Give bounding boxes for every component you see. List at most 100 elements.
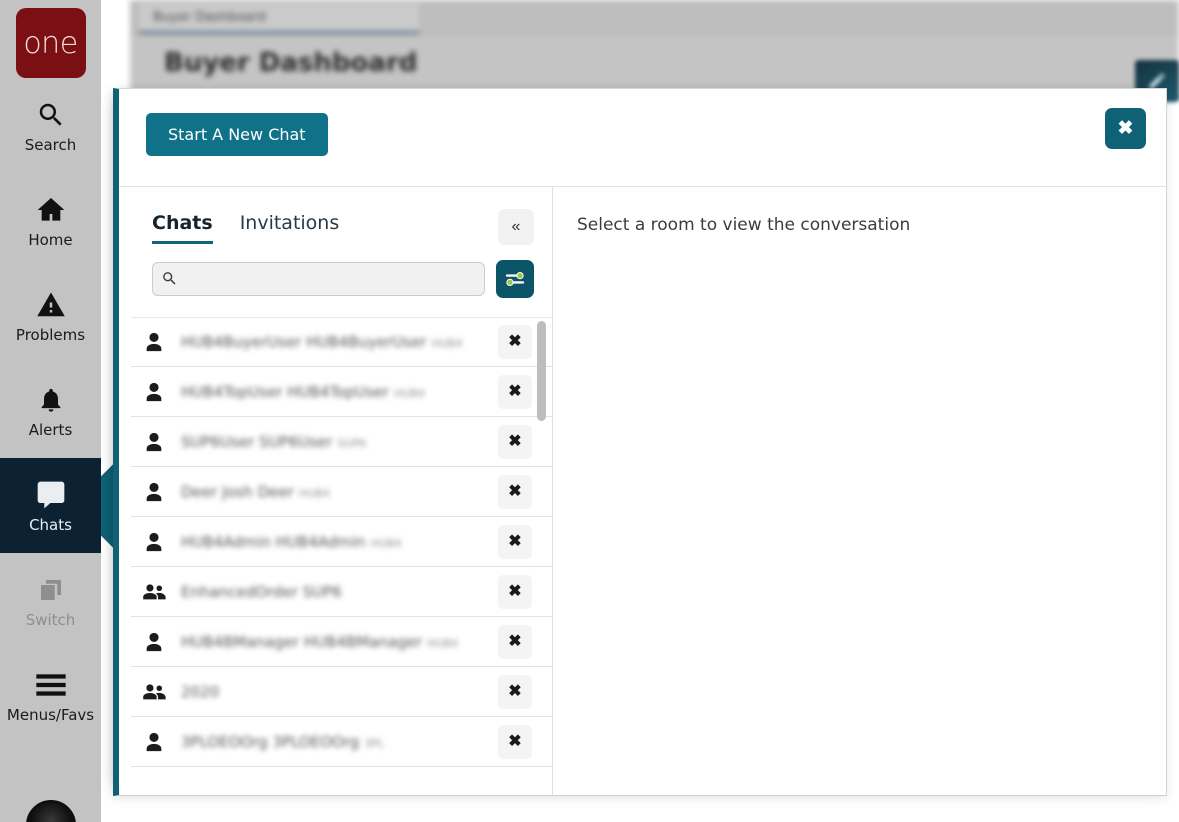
sidebar-item-search[interactable]: Search [0, 78, 101, 173]
close-icon[interactable]: ✖ [1105, 108, 1146, 149]
app-root: Buyer Dashboard Buyer Dashboard one Sear… [0, 0, 1179, 822]
chat-list[interactable]: HUB4BuyerUser HUB4BuyerUser HUB4 ✖ HUB4T… [119, 317, 552, 795]
user-icon [131, 731, 177, 753]
remove-chat-icon[interactable]: ✖ [498, 474, 532, 509]
chat-list-scrollbar[interactable] [537, 321, 546, 773]
sidebar-item-label: Search [24, 135, 77, 154]
chat-item-text: Deer Josh Deer HUB4 [177, 482, 490, 502]
chat-item-text: HUB4BuyerUser HUB4BuyerUser HUB4 [177, 332, 490, 352]
chat-item-name: 3PLOEOOrg 3PLOEOOrg [181, 732, 360, 751]
chat-item-text: HUB4TopUser HUB4TopUser HUB4 [177, 382, 490, 402]
left-sidebar: one Search Home Problems Alerts Chats Sw… [0, 0, 101, 822]
chat-item-text: HUB4Admin HUB4Admin HUB4 [177, 532, 490, 552]
user-icon [131, 381, 177, 403]
group-icon [131, 681, 177, 703]
chat-item-org: SUP6 [337, 436, 367, 450]
user-icon [131, 431, 177, 453]
background-tab-label: Buyer Dashboard [153, 9, 266, 25]
chat-tabs: Chats Invitations « [119, 187, 552, 249]
switch-icon [36, 573, 66, 607]
chat-item-text: EnhancedOrder SUP6 [177, 582, 490, 602]
chats-modal: Start A New Chat ✖ Chats Invitations « H… [113, 88, 1167, 796]
remove-chat-icon[interactable]: ✖ [498, 524, 532, 559]
chat-list-item[interactable]: SUP6User SUP6User SUP6 ✖ [131, 417, 552, 467]
sidebar-item-label: Alerts [28, 420, 73, 439]
chat-item-org: HUB4 [427, 636, 459, 650]
modal-body: Chats Invitations « HUB4BuyerUser HUB4Bu… [119, 187, 1166, 795]
remove-chat-icon[interactable]: ✖ [498, 624, 532, 659]
chat-search-row [119, 249, 552, 305]
user-icon [131, 631, 177, 653]
avatar[interactable] [26, 800, 76, 822]
home-icon [35, 193, 67, 227]
background-page-title: Buyer Dashboard [164, 48, 418, 78]
bell-icon [37, 383, 65, 417]
remove-chat-icon[interactable]: ✖ [498, 325, 532, 359]
sidebar-item-switch: Switch [0, 553, 101, 648]
chat-item-text: HUB4BManager HUB4BManager HUB4 [177, 632, 490, 652]
warning-icon [36, 288, 66, 322]
sidebar-item-label: Chats [29, 515, 72, 534]
chat-item-text: 3PLOEOOrg 3PLOEOOrg 3PL [177, 732, 490, 752]
remove-chat-icon[interactable]: ✖ [498, 424, 532, 459]
search-icon [36, 98, 66, 132]
user-icon [131, 331, 177, 353]
scrollbar-thumb[interactable] [537, 321, 546, 421]
chat-item-text: SUP6User SUP6User SUP6 [177, 432, 490, 452]
sidebar-item-menus-favs[interactable]: Menus/Favs [0, 648, 101, 743]
sidebar-item-alerts[interactable]: Alerts [0, 363, 101, 458]
user-icon [131, 531, 177, 553]
chat-item-name: HUB4Admin HUB4Admin [181, 532, 366, 551]
conversation-panel: Select a room to view the conversation [553, 187, 1166, 795]
sliders-filter-icon[interactable] [496, 260, 534, 298]
chat-item-name: 2020 [181, 682, 220, 701]
chat-list-item[interactable]: HUB4BManager HUB4BManager HUB4 ✖ [131, 617, 552, 667]
sidebar-item-label: Switch [25, 610, 76, 629]
chat-list-item[interactable]: HUB4TopUser HUB4TopUser HUB4 ✖ [131, 367, 552, 417]
chat-item-name: Deer Josh Deer [181, 482, 294, 501]
modal-header: Start A New Chat ✖ [119, 89, 1166, 187]
user-icon [131, 481, 177, 503]
tab-chats[interactable]: Chats [152, 212, 213, 244]
sidebar-item-problems[interactable]: Problems [0, 268, 101, 363]
logo-text: one [23, 25, 78, 61]
chat-item-org: HUB4 [370, 536, 402, 550]
chat-list-item[interactable]: HUB4Admin HUB4Admin HUB4 ✖ [131, 517, 552, 567]
chat-item-org: HUB4 [298, 486, 330, 500]
chat-item-text: 2020 [177, 682, 490, 702]
remove-chat-icon[interactable]: ✖ [498, 674, 532, 709]
chat-item-org: HUB4 [394, 386, 425, 400]
tab-invitations[interactable]: Invitations [240, 212, 340, 242]
group-icon [131, 581, 177, 603]
chat-item-name: SUP6User SUP6User [181, 432, 333, 451]
collapse-panel-button[interactable]: « [498, 209, 534, 245]
chat-item-org: 3PL [364, 736, 385, 750]
chat-list-item[interactable]: 2020 ✖ [131, 667, 552, 717]
one-network-logo[interactable]: one [15, 8, 86, 78]
search-input[interactable] [152, 262, 485, 296]
sidebar-item-chats[interactable]: Chats [0, 458, 101, 553]
sidebar-item-label: Home [28, 230, 73, 249]
remove-chat-icon[interactable]: ✖ [498, 374, 532, 409]
search-field-wrapper [152, 262, 485, 296]
chat-item-name: HUB4TopUser HUB4TopUser [181, 382, 389, 401]
sidebar-item-label: Problems [15, 325, 86, 344]
start-new-chat-button[interactable]: Start A New Chat [146, 113, 328, 156]
chat-list-item[interactable]: 3PLOEOOrg 3PLOEOOrg 3PL ✖ [131, 717, 552, 767]
sidebar-item-home[interactable]: Home [0, 173, 101, 268]
chat-list-item[interactable]: Deer Josh Deer HUB4 ✖ [131, 467, 552, 517]
background-tab-buyer-dashboard[interactable]: Buyer Dashboard [138, 2, 420, 34]
chat-item-name: HUB4BuyerUser HUB4BuyerUser [181, 333, 427, 352]
chat-list-item[interactable]: HUB4BuyerUser HUB4BuyerUser HUB4 ✖ [131, 317, 552, 367]
chat-item-org: HUB4 [431, 337, 463, 351]
remove-chat-icon[interactable]: ✖ [498, 574, 532, 609]
background-content-area: Buyer Dashboard Buyer Dashboard [130, 0, 1179, 98]
hamburger-icon [35, 668, 67, 702]
chat-item-name: EnhancedOrder SUP6 [181, 582, 342, 601]
conversation-empty-message: Select a room to view the conversation [577, 215, 911, 235]
chat-list-item[interactable]: EnhancedOrder SUP6 ✖ [131, 567, 552, 617]
chat-item-name: HUB4BManager HUB4BManager [181, 632, 423, 651]
sidebar-item-label: Menus/Favs [6, 705, 95, 724]
remove-chat-icon[interactable]: ✖ [498, 724, 532, 759]
chat-list-panel: Chats Invitations « HUB4BuyerUser HUB4Bu… [119, 187, 553, 795]
